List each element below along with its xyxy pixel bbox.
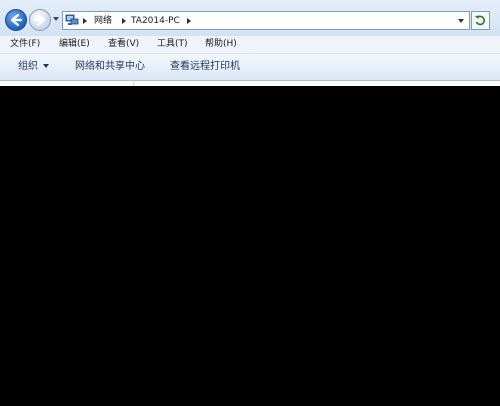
back-arrow-icon	[10, 13, 23, 27]
breadcrumb-network[interactable]: 网络	[94, 15, 112, 27]
command-bar: 组织 网络和共享中心 查看远程打印机	[0, 54, 500, 81]
forward-arrow-icon	[33, 13, 46, 27]
breadcrumb-separator-icon[interactable]	[122, 18, 126, 24]
organize-label: 组织	[18, 61, 38, 72]
address-history-dropdown[interactable]	[458, 19, 464, 23]
menu-file[interactable]: 文件(F)	[10, 39, 40, 50]
address-bar[interactable]: 网络 TA2014-PC	[62, 11, 470, 30]
menu-tools[interactable]: 工具(T)	[157, 39, 188, 50]
network-sharing-center-button[interactable]: 网络和共享中心	[75, 60, 145, 73]
navigation-bar: 网络 TA2014-PC	[0, 0, 500, 36]
explorer-window: 网络 TA2014-PC 文件(F) 编辑(E) 查看(V) 工具(T) 帮助(…	[0, 0, 500, 86]
menu-view[interactable]: 查看(V)	[108, 39, 139, 50]
organize-button[interactable]: 组织	[18, 60, 49, 73]
chevron-down-icon	[43, 64, 49, 68]
back-button[interactable]	[5, 9, 27, 31]
breadcrumb-computer[interactable]: TA2014-PC	[131, 15, 180, 27]
menu-edit[interactable]: 编辑(E)	[59, 39, 90, 50]
recent-pages-dropdown[interactable]	[53, 17, 59, 21]
pane-divider[interactable]	[133, 81, 134, 86]
breadcrumb-separator-icon[interactable]	[187, 18, 191, 24]
view-remote-printers-button[interactable]: 查看远程打印机	[170, 60, 240, 73]
refresh-icon	[475, 15, 485, 26]
forward-button[interactable]	[29, 9, 51, 31]
network-icon	[65, 14, 79, 25]
breadcrumb-separator-icon[interactable]	[83, 18, 87, 24]
refresh-button[interactable]	[471, 11, 490, 30]
content-area	[0, 81, 500, 86]
menu-bar: 文件(F) 编辑(E) 查看(V) 工具(T) 帮助(H)	[0, 36, 500, 54]
menu-help[interactable]: 帮助(H)	[205, 39, 237, 50]
